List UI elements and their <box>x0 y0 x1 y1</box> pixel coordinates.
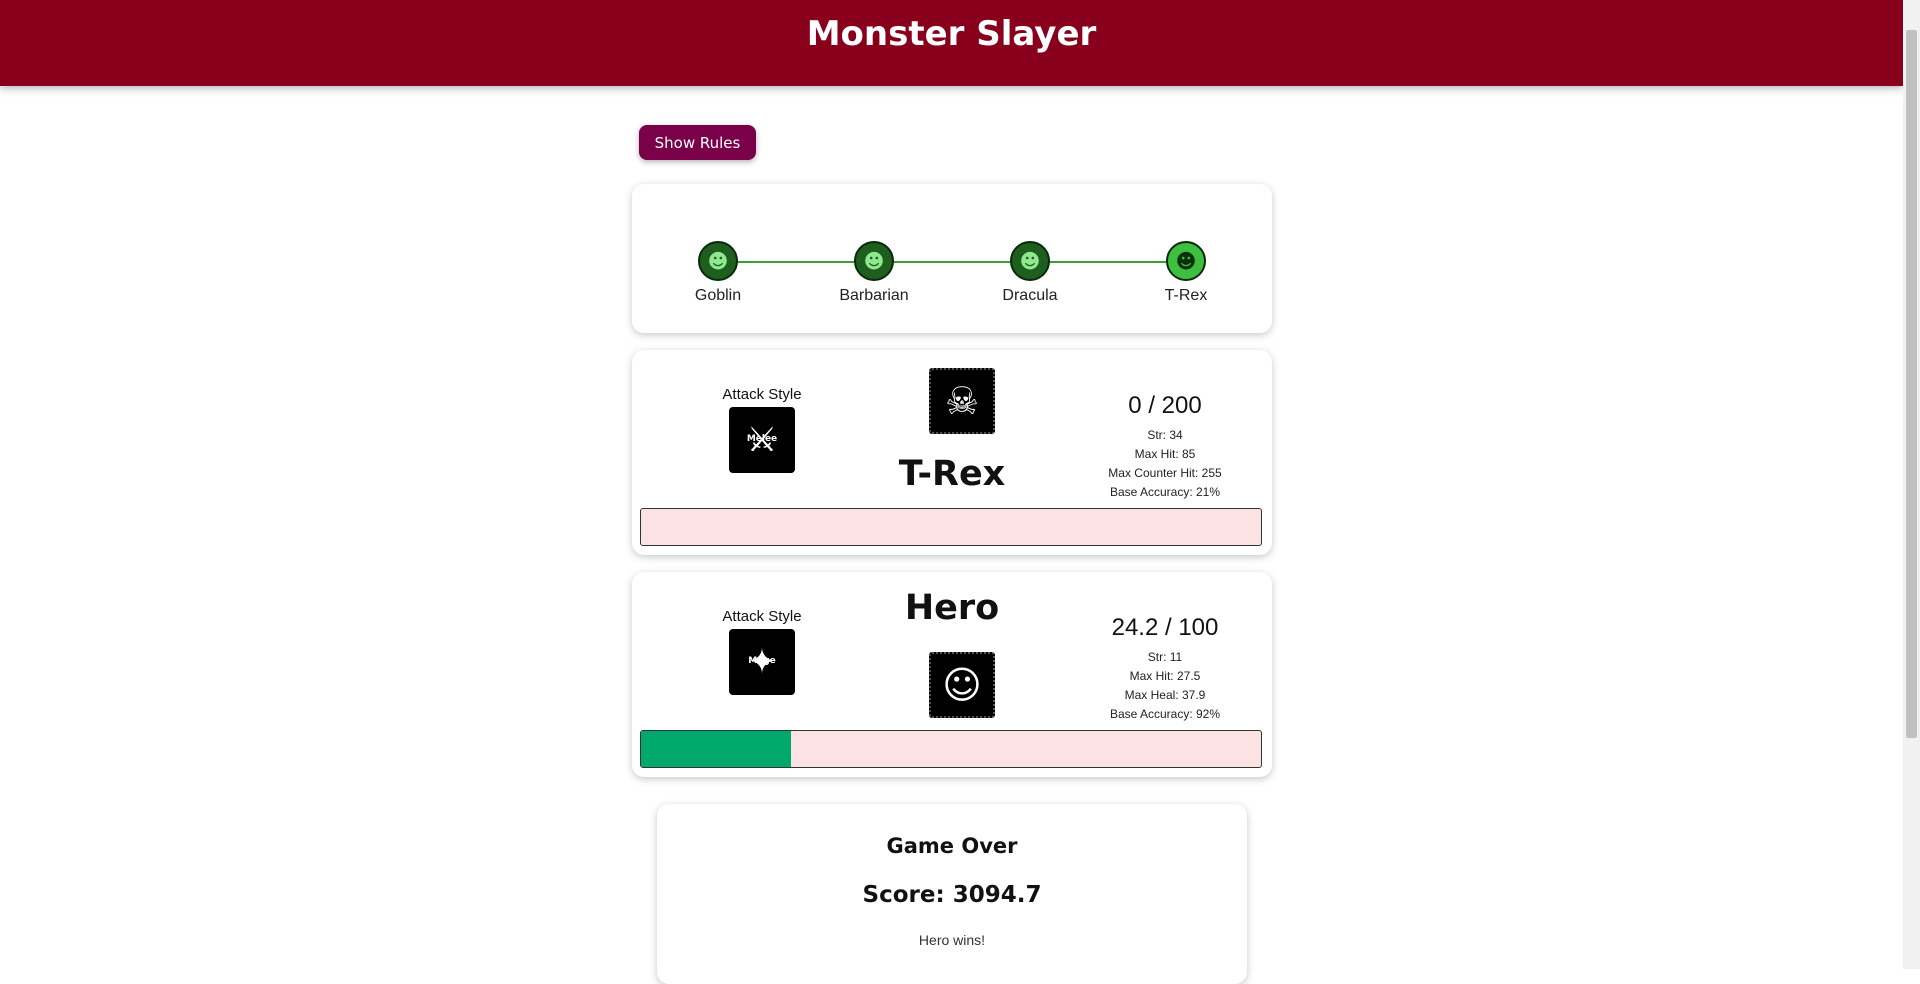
trex-portrait-icon: ☠ <box>929 368 995 434</box>
hero-portrait-icon: ☺ <box>929 652 995 718</box>
stage-progress-card: ☻ Goblin ☻ Barbarian ☻ Dracula ☻ T-Rex <box>632 184 1272 333</box>
game-over-card: Game Over Score: 3094.7 Hero wins! <box>657 804 1247 984</box>
monster-hp: 0 / 200 <box>1128 392 1202 419</box>
monster-card: Attack Style ⚔ Melee ☠ T-Rex 0 / 200 Str… <box>632 350 1272 555</box>
monster-stats: 0 / 200 Str: 34 Max Hit: 85 Max Counter … <box>1075 392 1255 502</box>
monster-str: Str: 34 <box>1147 428 1183 442</box>
stage-progress-track <box>718 261 1188 263</box>
page-scrollbar[interactable] <box>1903 0 1920 969</box>
stage-label: Goblin <box>694 287 742 304</box>
stage-trex: ☻ T-Rex <box>1126 241 1246 305</box>
stage-label: Barbarian <box>839 287 909 304</box>
show-rules-button[interactable]: Show Rules <box>639 125 756 160</box>
trex-icon: ☻ <box>1166 241 1206 281</box>
attack-style-tag: Melee <box>746 434 778 444</box>
hero-base-accuracy: Base Accuracy: 92% <box>1109 707 1221 721</box>
dracula-icon: ☻ <box>1010 241 1050 281</box>
app-header: Monster Slayer <box>0 0 1903 86</box>
attack-style-title: Attack Style <box>722 386 802 403</box>
hero-health-bar <box>640 730 1262 768</box>
stage-label: T-Rex <box>1164 287 1208 304</box>
result-message: Hero wins! <box>918 932 986 948</box>
page-title: Monster Slayer <box>806 14 1097 54</box>
mage-icon: ✦ Mage <box>729 629 795 695</box>
hero-max-hit: Max Hit: 27.5 <box>1129 669 1201 683</box>
monster-health-bar <box>640 508 1262 546</box>
hero-stats: 24.2 / 100 Str: 11 Max Hit: 27.5 Max Hea… <box>1075 614 1255 724</box>
hero-max-heal: Max Heal: 37.9 <box>1124 688 1206 702</box>
attack-style-tag: Mage <box>748 656 776 666</box>
stage-label: Dracula <box>1002 287 1058 304</box>
monster-max-hit: Max Hit: 85 <box>1134 447 1196 461</box>
monster-base-accuracy: Base Accuracy: 21% <box>1109 485 1221 499</box>
monster-max-counter-hit: Max Counter Hit: 255 <box>1108 466 1222 480</box>
goblin-icon: ☻ <box>698 241 738 281</box>
stage-dracula: ☻ Dracula <box>970 241 1090 305</box>
game-over-title: Game Over <box>886 834 1018 858</box>
hero-health-fill <box>641 731 792 767</box>
hero-card: Attack Style ✦ Mage Hero ☺ 24.2 / 100 St… <box>632 572 1272 777</box>
barbarian-icon: ☻ <box>854 241 894 281</box>
final-score: Score: 3094.7 <box>862 882 1042 908</box>
hero-hp: 24.2 / 100 <box>1111 614 1219 641</box>
hero-str: Str: 11 <box>1147 650 1183 664</box>
scrollbar-thumb[interactable] <box>1906 30 1917 738</box>
stage-barbarian: ☻ Barbarian <box>814 241 934 305</box>
stage-goblin: ☻ Goblin <box>658 241 778 305</box>
